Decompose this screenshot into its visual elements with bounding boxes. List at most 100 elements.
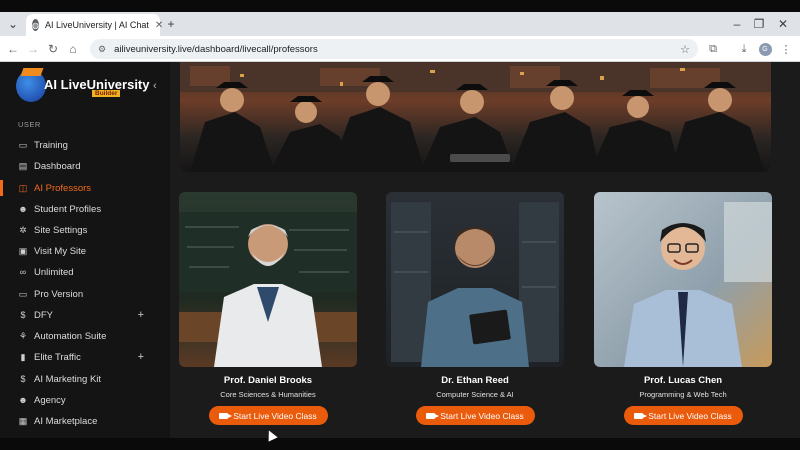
sidebar-item-training[interactable]: ▭ Training: [0, 135, 170, 155]
brand-badge: Builder: [92, 90, 121, 97]
expand-plus-icon[interactable]: +: [138, 351, 144, 363]
sidebar-item-elite-traffic[interactable]: ▮ Elite Traffic +: [0, 347, 170, 367]
sidebar-item-label: Elite Traffic: [34, 351, 81, 363]
home-icon[interactable]: ⌂: [64, 36, 82, 62]
graduates-illustration: [180, 62, 771, 172]
hero-banner-image: [180, 62, 771, 172]
dashboard-icon: ▤: [18, 160, 28, 171]
professor-subject: Core Sciences & Humanities: [220, 390, 316, 399]
users-icon: ☻: [18, 395, 28, 405]
monitor-icon: ▭: [18, 288, 28, 299]
professor-photo: [386, 192, 564, 367]
sidebar-item-ai-marketplace[interactable]: ▦ AI Marketplace: [0, 411, 170, 431]
sidebar-item-label: Dashboard: [34, 160, 81, 172]
tab-title: AI LiveUniversity | AI Chat: [44, 20, 149, 30]
sidebar: AI LiveUniversity Builder ‹ USER ▭ Traini…: [0, 62, 170, 438]
sidebar-item-ai-professors[interactable]: ◫ AI Professors: [0, 178, 170, 198]
sidebar-item-label: Unlimited: [34, 266, 74, 278]
video-camera-icon: [219, 412, 233, 419]
professor-portrait: [624, 202, 772, 367]
minimize-icon[interactable]: –: [728, 12, 746, 36]
start-live-video-class-button[interactable]: Start Live Video Class: [623, 406, 743, 425]
sidebar-item-label: AI Professors: [34, 182, 92, 194]
url-bar[interactable]: ⚙ ailiveuniversity.live/dashboard/liveca…: [90, 39, 698, 59]
monitor-icon: ▭: [18, 139, 28, 150]
sidebar-item-label: Training: [34, 139, 68, 151]
restore-icon[interactable]: ❐: [750, 12, 768, 36]
tab-close-icon[interactable]: ✕: [155, 20, 163, 31]
infinity-icon: ∞: [19, 267, 27, 277]
dollar-icon: $: [20, 310, 26, 320]
url-text: ailiveuniversity.live/dashboard/livecall…: [114, 43, 318, 55]
professor-subject: Programming & Web Tech: [639, 390, 727, 399]
globe-icon: ◍: [32, 19, 39, 31]
screen: ⌄ + – ❐ ✕ ◍ AI LiveUniversity | AI Chat …: [0, 0, 800, 450]
professor-photo: [179, 192, 357, 367]
sidebar-item-site-settings[interactable]: ✲ Site Settings: [0, 220, 170, 240]
sidebar-item-label: Student Profiles: [34, 203, 102, 215]
magic-icon: ⚘: [18, 330, 28, 341]
menu-kebab-icon[interactable]: ⋮: [778, 36, 794, 62]
sidebar-item-agency[interactable]: ☻ Agency: [0, 390, 170, 410]
button-label: Start Live Video Class: [440, 410, 524, 421]
professor-portrait: [391, 202, 559, 367]
sidebar-item-pro-version[interactable]: ▭ Pro Version: [0, 284, 170, 304]
sidebar-item-label: Automation Suite: [34, 330, 107, 342]
sidebar-item-ai-marketing-kit[interactable]: $ AI Marketing Kit: [0, 369, 170, 389]
tab-list-icon[interactable]: ⌄: [4, 12, 22, 36]
store-icon: ▦: [18, 415, 28, 426]
sidebar-item-label: DFY: [34, 309, 53, 321]
collapse-sidebar-icon[interactable]: ‹: [153, 80, 157, 92]
section-label: USER: [18, 120, 41, 129]
users-icon: ☻: [18, 204, 28, 214]
site-info-icon[interactable]: ⚙: [98, 44, 106, 55]
profile-avatar[interactable]: G: [756, 36, 774, 62]
professor-card: Prof. Lucas Chen Programming & Web Tech …: [594, 192, 772, 425]
sidebar-item-unlimited[interactable]: ∞ Unlimited: [0, 262, 170, 282]
gear-icon: ✲: [19, 224, 27, 235]
expand-plus-icon[interactable]: +: [138, 309, 144, 321]
professor-name: Dr. Ethan Reed: [441, 375, 509, 386]
dollar-icon: $: [20, 374, 26, 384]
sidebar-item-label: AI Marketing Kit: [34, 373, 102, 385]
browser-icon: ▣: [18, 245, 28, 256]
profile-initial: G: [758, 42, 772, 56]
sidebar-item-label: Site Settings: [34, 224, 88, 236]
start-live-video-class-button[interactable]: Start Live Video Class: [415, 406, 535, 425]
professor-name: Prof. Daniel Brooks: [223, 375, 313, 386]
traffic-icon: ▮: [20, 351, 26, 362]
professor-card: Dr. Ethan Reed Computer Science & AI Sta…: [386, 192, 564, 425]
video-camera-icon: [426, 412, 440, 419]
sidebar-item-label: Agency: [34, 394, 66, 406]
button-label: Start Live Video Class: [648, 410, 732, 421]
professor-subject: Computer Science & AI: [436, 390, 514, 399]
sidebar-item-automation-suite[interactable]: ⚘ Automation Suite: [0, 326, 170, 346]
sidebar-item-label: AI Marketplace: [34, 415, 98, 427]
professor-name: Prof. Lucas Chen: [643, 375, 723, 386]
window-close-icon[interactable]: ✕: [774, 12, 792, 36]
sidebar-item-label: Pro Version: [34, 288, 84, 300]
back-icon[interactable]: ←: [4, 36, 22, 62]
main-content: Prof. Daniel Brooks Core Sciences & Huma…: [170, 62, 800, 438]
sidebar-item-visit-my-site[interactable]: ▣ Visit My Site: [0, 241, 170, 261]
reload-icon[interactable]: ↻: [44, 36, 62, 62]
bookmark-star-icon[interactable]: ☆: [680, 43, 690, 56]
forward-icon[interactable]: →: [24, 36, 42, 62]
video-camera-icon: [634, 412, 648, 419]
professor-portrait: [179, 212, 357, 367]
address-toolbar: ← → ↻ ⌂ ⚙ ailiveuniversity.live/dashboar…: [0, 36, 800, 62]
sidebar-item-dfy[interactable]: $ DFY +: [0, 305, 170, 325]
professor-icon: ◫: [18, 182, 28, 193]
extensions-icon[interactable]: ⧉: [704, 36, 722, 62]
new-tab-icon[interactable]: +: [163, 12, 179, 36]
sidebar-item-label: Visit My Site: [34, 245, 87, 257]
sidebar-item-dashboard[interactable]: ▤ Dashboard: [0, 156, 170, 176]
sidebar-item-student-profiles[interactable]: ☻ Student Profiles: [0, 199, 170, 219]
brand-logo-icon: [16, 68, 46, 102]
professor-photo: [594, 192, 772, 367]
professor-card: Prof. Daniel Brooks Core Sciences & Huma…: [179, 192, 357, 425]
browser-tab[interactable]: ◍ AI LiveUniversity | AI Chat ✕: [26, 14, 163, 36]
start-live-video-class-button[interactable]: Start Live Video Class: [208, 406, 328, 425]
button-label: Start Live Video Class: [233, 410, 317, 421]
download-icon[interactable]: ⤓: [735, 36, 753, 62]
